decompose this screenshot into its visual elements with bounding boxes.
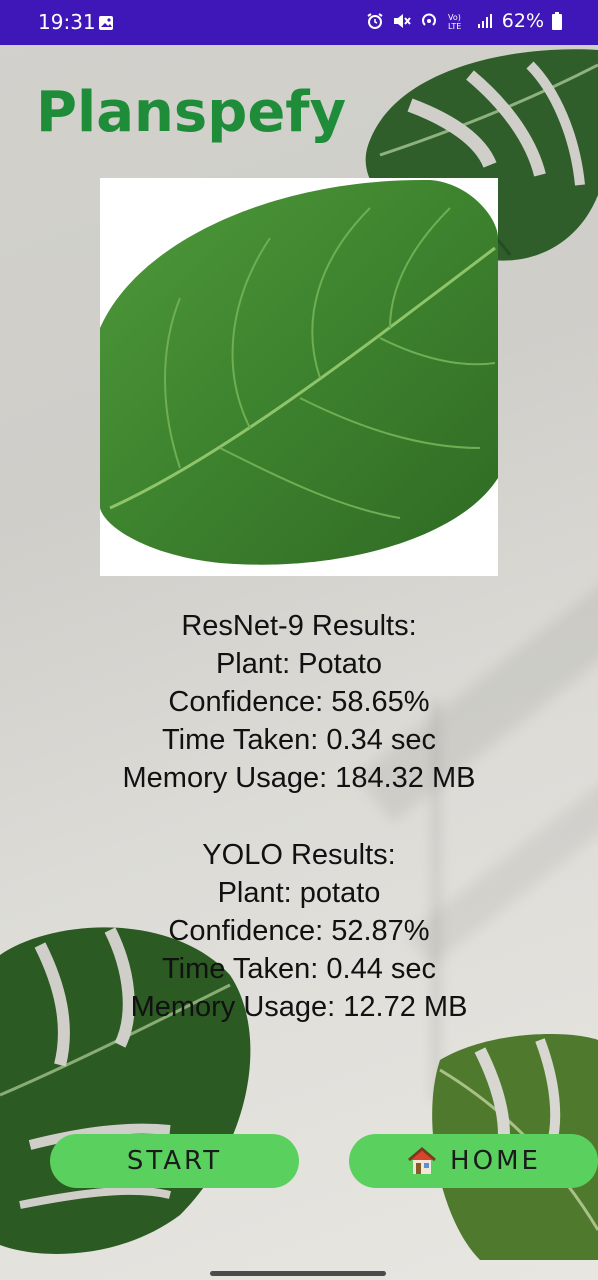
resnet-heading: ResNet-9 Results: (181, 610, 417, 642)
resnet-plant: Plant: Potato (215, 648, 383, 680)
home-icon (408, 1147, 437, 1174)
app-title: Planspefy (36, 80, 347, 145)
app-screen: 19:31 Vo) LTE 62% Planspefy ResNet-9 Res… (0, 0, 598, 1280)
yolo-plant: Plant: potato (217, 877, 381, 909)
resnet-memory-usage: Memory Usage: 184.32 MB (122, 762, 476, 794)
yolo-memory-usage: Memory Usage: 12.72 MB (130, 991, 468, 1023)
status-bar: 19:31 Vo) LTE 62% (0, 0, 598, 45)
battery-percent: 62% (501, 10, 544, 32)
yolo-heading: YOLO Results: (202, 839, 396, 871)
status-icons: Vo) LTE 62% (366, 10, 562, 32)
navigation-handle[interactable] (210, 1271, 386, 1276)
potato-leaf-image (100, 178, 498, 576)
start-button[interactable]: START (50, 1134, 299, 1188)
yolo-confidence: Confidence: 52.87% (168, 915, 430, 947)
signal-icon (477, 14, 492, 28)
resnet-results: ResNet-9 Results: Plant: Potato Confiden… (0, 607, 598, 797)
svg-text:Vo): Vo) (448, 13, 461, 22)
home-button[interactable]: HOME (349, 1134, 598, 1188)
yolo-results: YOLO Results: Plant: potato Confidence: … (0, 836, 598, 1026)
leaf-photo (100, 178, 498, 576)
svg-text:LTE: LTE (448, 22, 461, 30)
volte-icon: Vo) LTE (448, 13, 461, 30)
yolo-time-taken: Time Taken: 0.44 sec (161, 953, 437, 985)
battery-icon (552, 12, 562, 30)
start-button-label: START (126, 1146, 223, 1176)
home-button-label: HOME (450, 1146, 541, 1176)
photo-icon (99, 16, 113, 30)
hotspot-icon (421, 13, 436, 26)
status-time: 19:31 (38, 10, 96, 34)
mute-icon (393, 14, 411, 28)
resnet-time-taken: Time Taken: 0.34 sec (161, 724, 437, 756)
resnet-confidence: Confidence: 58.65% (168, 686, 430, 718)
alarm-icon (367, 13, 383, 29)
